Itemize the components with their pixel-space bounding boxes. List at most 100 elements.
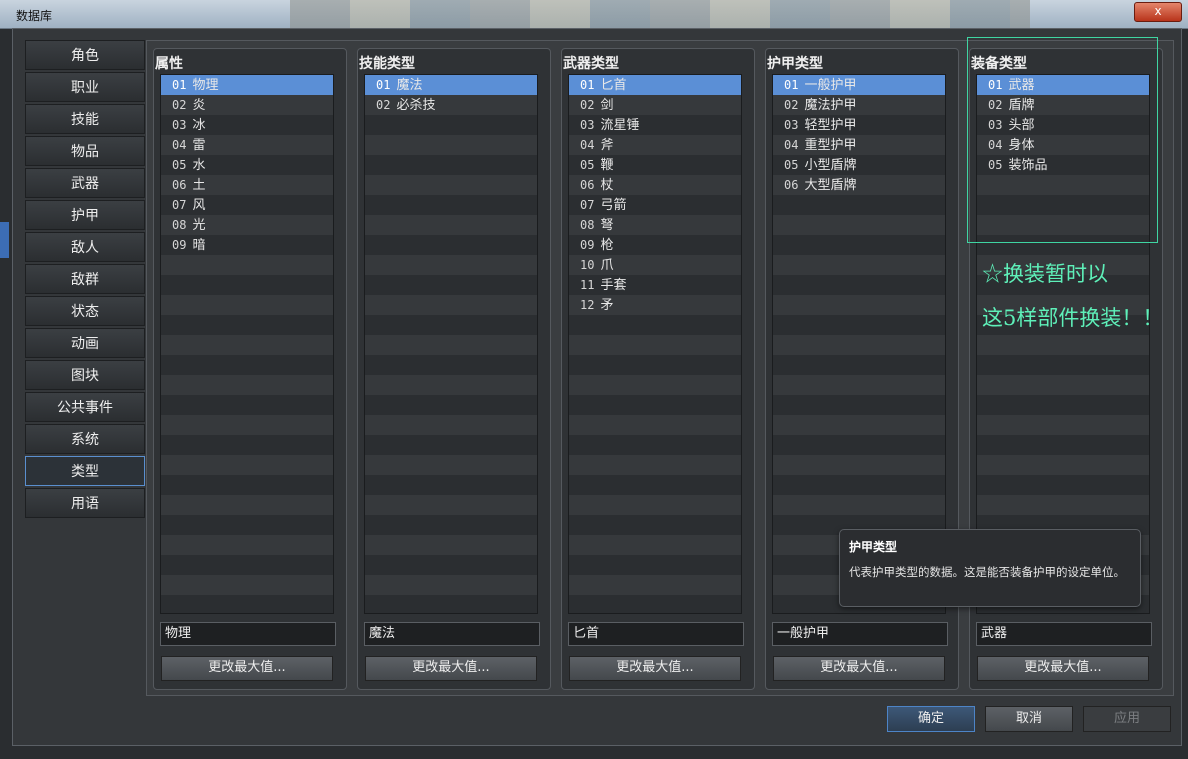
item-label: 一般护甲	[804, 78, 857, 93]
nav-item[interactable]: 图块	[25, 360, 145, 390]
list-item[interactable]: 02 必杀技	[365, 95, 537, 115]
panel-title: 护甲类型	[767, 56, 823, 72]
nav-item[interactable]: 系统	[25, 424, 145, 454]
nav-item[interactable]: 用语	[25, 488, 145, 518]
list-item[interactable]: 12 矛	[569, 295, 741, 315]
list-item[interactable]: 06 大型盾牌	[773, 175, 945, 195]
item-id: 08	[580, 218, 595, 232]
item-id: 01	[376, 78, 391, 92]
type-panel: 属性 01 物理 02 炎 03 冰 04 雷 05 水 06 土 07 风 08 光 09 暗物理更改最大值...	[153, 48, 347, 690]
item-label: 小型盾牌	[804, 158, 857, 173]
item-label: 轻型护甲	[804, 118, 857, 133]
item-id: 09	[580, 238, 595, 252]
list-item[interactable]: 05 鞭	[569, 155, 741, 175]
item-id: 07	[580, 198, 595, 212]
annotation-line-2: 这5样部件换装！！	[982, 306, 1164, 330]
nav-item[interactable]: 敌人	[25, 232, 145, 262]
background-strip	[290, 0, 1030, 28]
list-item[interactable]: 04 斧	[569, 135, 741, 155]
list-item[interactable]: 07 弓箭	[569, 195, 741, 215]
nav-item[interactable]: 物品	[25, 136, 145, 166]
list-item[interactable]: 03 冰	[161, 115, 333, 135]
list-item[interactable]: 07 风	[161, 195, 333, 215]
annotation-line-1: ☆换装暂时以	[982, 262, 1108, 286]
list-item[interactable]: 05 小型盾牌	[773, 155, 945, 175]
name-field[interactable]: 一般护甲	[772, 622, 948, 646]
name-field[interactable]: 匕首	[568, 622, 744, 646]
list-item[interactable]: 02 魔法护甲	[773, 95, 945, 115]
change-max-button[interactable]: 更改最大值...	[161, 656, 333, 681]
list-item[interactable]: 08 弩	[569, 215, 741, 235]
item-id: 04	[580, 138, 595, 152]
category-nav: 角色 职业 技能 物品 武器 护甲 敌人 敌群 状态 动画 图块 公共事件 系统 类型 用语	[25, 40, 145, 520]
item-label: 必杀技	[396, 98, 436, 113]
change-max-button[interactable]: 更改最大值...	[773, 656, 945, 681]
nav-item[interactable]: 敌群	[25, 264, 145, 294]
item-id: 06	[580, 178, 595, 192]
list-item[interactable]: 06 杖	[569, 175, 741, 195]
item-id: 04	[172, 138, 187, 152]
list-item[interactable]: 09 枪	[569, 235, 741, 255]
change-max-button[interactable]: 更改最大值...	[569, 656, 741, 681]
nav-item[interactable]: 职业	[25, 72, 145, 102]
item-id: 03	[172, 118, 187, 132]
item-label: 水	[192, 158, 206, 173]
ok-button[interactable]: 确定	[887, 706, 975, 732]
list-item[interactable]: 08 光	[161, 215, 333, 235]
type-list[interactable]: 01 物理 02 炎 03 冰 04 雷 05 水 06 土 07 风 08 光 09 暗	[160, 74, 334, 614]
nav-item[interactable]: 公共事件	[25, 392, 145, 422]
type-list[interactable]: 01 魔法 02 必杀技	[364, 74, 538, 614]
list-item[interactable]: 01 魔法	[365, 75, 537, 95]
list-item[interactable]: 04 重型护甲	[773, 135, 945, 155]
item-id: 10	[580, 258, 595, 272]
item-label: 炎	[192, 98, 206, 113]
title-bar: 数据库 x	[0, 0, 1188, 29]
item-id: 01	[784, 78, 799, 92]
item-id: 03	[580, 118, 595, 132]
nav-item[interactable]: 技能	[25, 104, 145, 134]
nav-item[interactable]: 角色	[25, 40, 145, 70]
nav-item[interactable]: 护甲	[25, 200, 145, 230]
panel-title: 武器类型	[563, 56, 619, 72]
list-item[interactable]: 02 剑	[569, 95, 741, 115]
change-max-button[interactable]: 更改最大值...	[977, 656, 1149, 681]
panel-title: 属性	[155, 56, 183, 72]
tooltip-body: 代表护甲类型的数据。这是能否装备护甲的设定单位。	[849, 565, 1125, 579]
list-item[interactable]: 05 水	[161, 155, 333, 175]
highlight-box	[967, 37, 1158, 243]
list-item[interactable]: 02 炎	[161, 95, 333, 115]
item-id: 02	[376, 98, 391, 112]
list-item[interactable]: 11 手套	[569, 275, 741, 295]
list-item[interactable]: 06 土	[161, 175, 333, 195]
item-label: 矛	[600, 298, 614, 313]
name-field[interactable]: 武器	[976, 622, 1152, 646]
list-item[interactable]: 01 匕首	[569, 75, 741, 95]
list-item[interactable]: 01 一般护甲	[773, 75, 945, 95]
apply-button[interactable]: 应用	[1083, 706, 1171, 732]
nav-item[interactable]: 状态	[25, 296, 145, 326]
item-id: 11	[580, 278, 595, 292]
cancel-button[interactable]: 取消	[985, 706, 1073, 732]
item-label: 流星锤	[600, 118, 640, 133]
nav-item[interactable]: 类型	[25, 456, 145, 486]
item-label: 鞭	[600, 158, 614, 173]
tooltip: 护甲类型 代表护甲类型的数据。这是能否装备护甲的设定单位。	[839, 529, 1141, 607]
type-list[interactable]: 01 匕首 02 剑 03 流星锤 04 斧 05 鞭 06 杖 07 弓箭 08 弩 09 枪 10 爪 11 手套 12…	[568, 74, 742, 614]
name-field[interactable]: 物理	[160, 622, 336, 646]
nav-item[interactable]: 武器	[25, 168, 145, 198]
list-item[interactable]: 10 爪	[569, 255, 741, 275]
list-item[interactable]: 09 暗	[161, 235, 333, 255]
list-item[interactable]: 03 轻型护甲	[773, 115, 945, 135]
list-item[interactable]: 03 流星锤	[569, 115, 741, 135]
item-label: 剑	[600, 98, 614, 113]
list-item[interactable]: 04 雷	[161, 135, 333, 155]
window-title: 数据库	[16, 9, 53, 23]
list-item[interactable]: 01 物理	[161, 75, 333, 95]
item-id: 01	[580, 78, 595, 92]
close-button[interactable]: x	[1134, 2, 1182, 22]
item-id: 05	[580, 158, 595, 172]
nav-item[interactable]: 动画	[25, 328, 145, 358]
name-field[interactable]: 魔法	[364, 622, 540, 646]
item-id: 02	[784, 98, 799, 112]
change-max-button[interactable]: 更改最大值...	[365, 656, 537, 681]
